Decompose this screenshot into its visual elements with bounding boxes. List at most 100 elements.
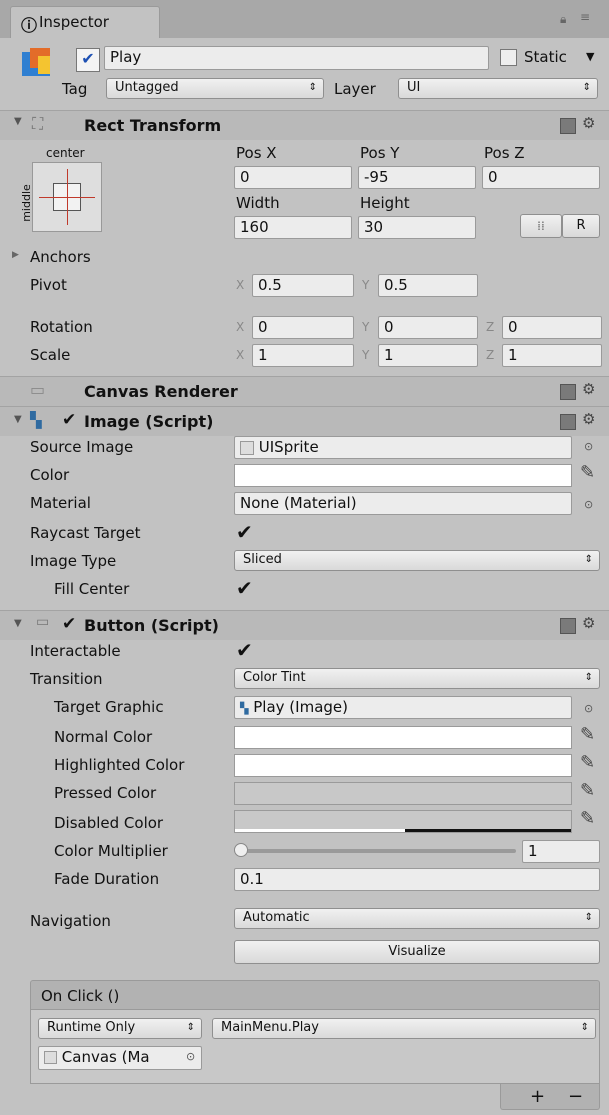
updown-arrow-icon: ⇕ — [582, 82, 591, 93]
help-book-icon[interactable] — [560, 118, 576, 134]
interactable-checkbox[interactable]: ✔ — [236, 640, 256, 660]
eyedropper-icon[interactable]: ✎ — [580, 780, 595, 801]
inspector-tab[interactable]: ⓘ Inspector — [10, 6, 160, 38]
navigation-dropdown[interactable]: Automatic ⇕ — [234, 908, 600, 929]
rotation-x-field[interactable]: 0 — [252, 316, 354, 339]
target-graphic-field[interactable]: ▚ Play (Image) — [234, 696, 572, 719]
lock-icon[interactable]: 🔒︎ — [560, 12, 566, 27]
pos-y-field[interactable]: -95 — [358, 166, 476, 189]
object-picker-icon[interactable]: ⊙ — [186, 1050, 195, 1063]
pivot-label: Pivot — [30, 276, 67, 294]
static-dropdown-arrow[interactable]: ▼ — [586, 50, 594, 63]
navigation-value: Automatic — [243, 910, 310, 925]
scale-z-field[interactable]: 1 — [502, 344, 602, 367]
help-book-icon[interactable] — [560, 384, 576, 400]
width-field[interactable]: 160 — [234, 216, 352, 239]
pos-z-field[interactable]: 0 — [482, 166, 600, 189]
function-dropdown[interactable]: MainMenu.Play ⇕ — [212, 1018, 596, 1039]
updown-arrow-icon: ⇕ — [580, 1022, 589, 1033]
gear-icon[interactable]: ⚙ — [582, 114, 595, 132]
updown-arrow-icon: ⇕ — [584, 554, 593, 565]
color-multiplier-slider-track[interactable] — [240, 849, 516, 853]
add-event-button[interactable]: + — [530, 1088, 545, 1106]
blueprint-mode-button[interactable]: ⁞⁞ — [520, 214, 562, 238]
anchors-foldout-arrow-icon[interactable]: ▶ — [12, 250, 19, 260]
transition-dropdown[interactable]: Color Tint ⇕ — [234, 668, 600, 689]
rotation-x-axis: X — [236, 320, 245, 334]
raycast-target-checkbox[interactable]: ✔ — [236, 522, 256, 542]
remove-event-button[interactable]: − — [568, 1088, 583, 1106]
rotation-y-field[interactable]: 0 — [378, 316, 478, 339]
gear-icon[interactable]: ⚙ — [582, 410, 595, 428]
event-target-field[interactable]: Canvas (Ma — [38, 1046, 202, 1070]
pivot-x-field[interactable]: 0.5 — [252, 274, 354, 297]
alpha-bar-black — [405, 829, 571, 832]
scale-x-field[interactable]: 1 — [252, 344, 354, 367]
image-enabled-checkbox[interactable]: ✔ — [62, 410, 76, 430]
rect-transform-icon: ⛶ — [32, 114, 44, 133]
on-click-header: On Click () — [30, 980, 600, 1010]
object-picker-icon[interactable]: ⊙ — [584, 702, 593, 715]
foldout-arrow-icon[interactable]: ▼ — [14, 116, 22, 127]
anchor-presets-button[interactable] — [32, 162, 102, 232]
active-checkbox[interactable]: ✔ — [76, 48, 100, 72]
button-component-icon: ▭ — [36, 614, 50, 630]
interactable-label: Interactable — [30, 642, 121, 660]
help-book-icon[interactable] — [560, 618, 576, 634]
button-enabled-checkbox[interactable]: ✔ — [62, 614, 76, 634]
foldout-arrow-icon[interactable]: ▼ — [14, 414, 22, 425]
pressed-color-swatch[interactable] — [234, 782, 572, 805]
normal-color-swatch[interactable] — [234, 726, 572, 749]
list-footer — [500, 1084, 600, 1110]
gear-icon[interactable]: ⚙ — [582, 380, 595, 398]
object-name-field[interactable]: Play — [104, 46, 489, 70]
help-book-icon[interactable] — [560, 414, 576, 430]
fill-center-checkbox[interactable]: ✔ — [236, 578, 256, 598]
disabled-color-label: Disabled Color — [54, 814, 164, 832]
scale-label: Scale — [30, 346, 71, 364]
static-checkbox[interactable] — [500, 49, 517, 66]
pivot-y-field[interactable]: 0.5 — [378, 274, 478, 297]
tag-dropdown[interactable]: Untagged ⇕ — [106, 78, 324, 99]
foldout-arrow-icon[interactable]: ▼ — [14, 618, 22, 629]
height-field[interactable]: 30 — [358, 216, 476, 239]
pivot-x-axis: X — [236, 278, 245, 292]
material-field[interactable]: None (Material) — [234, 492, 572, 515]
image-color-swatch[interactable] — [234, 464, 572, 487]
tag-value: Untagged — [115, 80, 179, 95]
eyedropper-icon[interactable]: ✎ — [580, 808, 595, 829]
blueprint-icon: ⁞⁞ — [537, 219, 545, 233]
event-target-value: Canvas (Ma — [61, 1048, 150, 1066]
source-image-field[interactable]: UISprite — [234, 436, 572, 459]
on-click-label: On Click () — [41, 987, 120, 1005]
rotation-label: Rotation — [30, 318, 93, 336]
layer-dropdown[interactable]: UI ⇕ — [398, 78, 598, 99]
disabled-color-swatch[interactable] — [234, 810, 572, 833]
height-label: Height — [360, 194, 410, 212]
pos-x-field[interactable]: 0 — [234, 166, 352, 189]
highlighted-color-swatch[interactable] — [234, 754, 572, 777]
gear-icon[interactable]: ⚙ — [582, 614, 595, 632]
highlighted-color-label: Highlighted Color — [54, 756, 185, 774]
raw-edit-button[interactable]: R — [562, 214, 600, 238]
updown-arrow-icon: ⇕ — [584, 912, 593, 923]
anchor-preset-line-v — [67, 169, 68, 225]
runtime-dropdown[interactable]: Runtime Only ⇕ — [38, 1018, 202, 1039]
runtime-value: Runtime Only — [47, 1020, 136, 1035]
color-multiplier-field[interactable]: 1 — [522, 840, 600, 863]
scale-y-field[interactable]: 1 — [378, 344, 478, 367]
fade-duration-field[interactable]: 0.1 — [234, 868, 600, 891]
info-icon: ⓘ — [21, 16, 38, 35]
rotation-z-field[interactable]: 0 — [502, 316, 602, 339]
eyedropper-icon[interactable]: ✎ — [580, 752, 595, 773]
color-multiplier-slider-thumb[interactable] — [234, 843, 248, 857]
eyedropper-icon[interactable]: ✎ — [580, 724, 595, 745]
fill-center-label: Fill Center — [54, 580, 130, 598]
eyedropper-icon[interactable]: ✎ — [580, 462, 595, 483]
object-picker-icon[interactable]: ⊙ — [584, 498, 593, 511]
object-picker-icon[interactable]: ⊙ — [584, 440, 593, 453]
menu-icon[interactable]: ≡ — [580, 10, 590, 24]
visualize-button[interactable]: Visualize — [234, 940, 600, 964]
image-type-dropdown[interactable]: Sliced ⇕ — [234, 550, 600, 571]
transition-value: Color Tint — [243, 670, 306, 685]
